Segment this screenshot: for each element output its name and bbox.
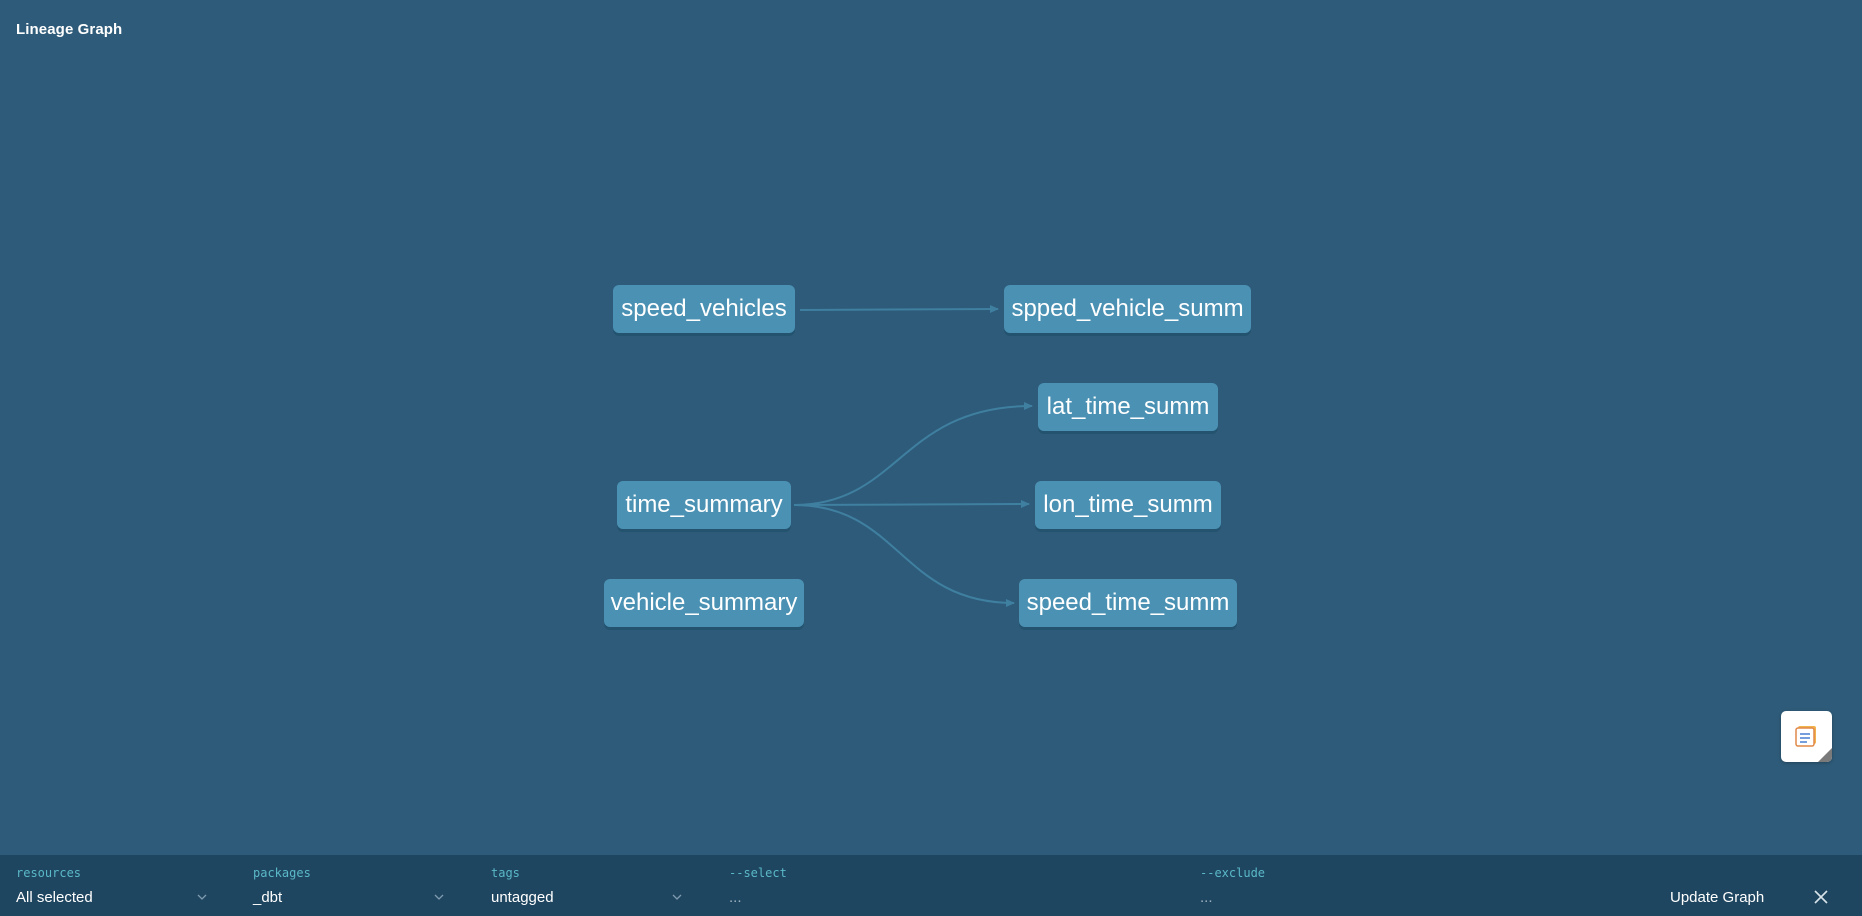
graph-edges bbox=[793, 305, 1033, 607]
exclude-label: --exclude bbox=[1200, 866, 1266, 880]
tags-filter[interactable]: tags untagged bbox=[491, 855, 686, 916]
node-time-summary[interactable]: time_summary bbox=[617, 481, 791, 529]
edge-speed_vehicles-spped_vehicle_summ bbox=[799, 305, 999, 314]
legend-icon bbox=[1795, 726, 1816, 747]
node-spped-vehicle-summ[interactable]: spped_vehicle_summ bbox=[1004, 285, 1251, 333]
node-lat-time-summ[interactable]: lat_time_summ bbox=[1038, 383, 1218, 431]
graph-canvas[interactable]: speed_vehicles spped_vehicle_summ lat_ti… bbox=[0, 0, 1862, 855]
exclude-value: ... bbox=[1200, 889, 1213, 906]
edge-time_summary-speed_time_summ bbox=[793, 504, 1015, 607]
edge-time_summary-lat_time_summ bbox=[793, 402, 1033, 506]
legend-button[interactable] bbox=[1781, 711, 1832, 762]
chevron-down-icon bbox=[197, 894, 207, 900]
node-lon-time-summ[interactable]: lon_time_summ bbox=[1035, 481, 1221, 529]
chevron-down-icon bbox=[672, 894, 682, 900]
select-input[interactable]: --select ... bbox=[729, 855, 1169, 916]
chevron-down-icon bbox=[434, 894, 444, 900]
edge-time_summary-lon_time_summ bbox=[793, 500, 1030, 509]
lineage-graph-app: Lineage Graph speed_vehicles spped_vehic… bbox=[0, 0, 1862, 916]
packages-value: _dbt bbox=[253, 889, 283, 906]
tags-label: tags bbox=[491, 866, 520, 880]
node-speed-vehicles[interactable]: speed_vehicles bbox=[613, 285, 795, 333]
legend-corner bbox=[1818, 748, 1832, 762]
node-vehicle-summary[interactable]: vehicle_summary bbox=[604, 579, 804, 627]
resources-filter[interactable]: resources All selected bbox=[16, 855, 211, 916]
select-label: --select bbox=[729, 866, 787, 880]
select-value: ... bbox=[729, 889, 742, 906]
tags-value: untagged bbox=[491, 889, 554, 906]
node-speed-time-summ[interactable]: speed_time_summ bbox=[1019, 579, 1237, 627]
exclude-input[interactable]: --exclude ... bbox=[1200, 855, 1640, 916]
update-graph-button[interactable]: Update Graph bbox=[1670, 889, 1764, 906]
close-icon[interactable] bbox=[1813, 889, 1829, 905]
packages-filter[interactable]: packages _dbt bbox=[253, 855, 448, 916]
packages-label: packages bbox=[253, 866, 311, 880]
resources-label: resources bbox=[16, 866, 82, 880]
resources-value: All selected bbox=[16, 889, 93, 906]
filter-bar: resources All selected packages _dbt tag… bbox=[0, 855, 1862, 916]
